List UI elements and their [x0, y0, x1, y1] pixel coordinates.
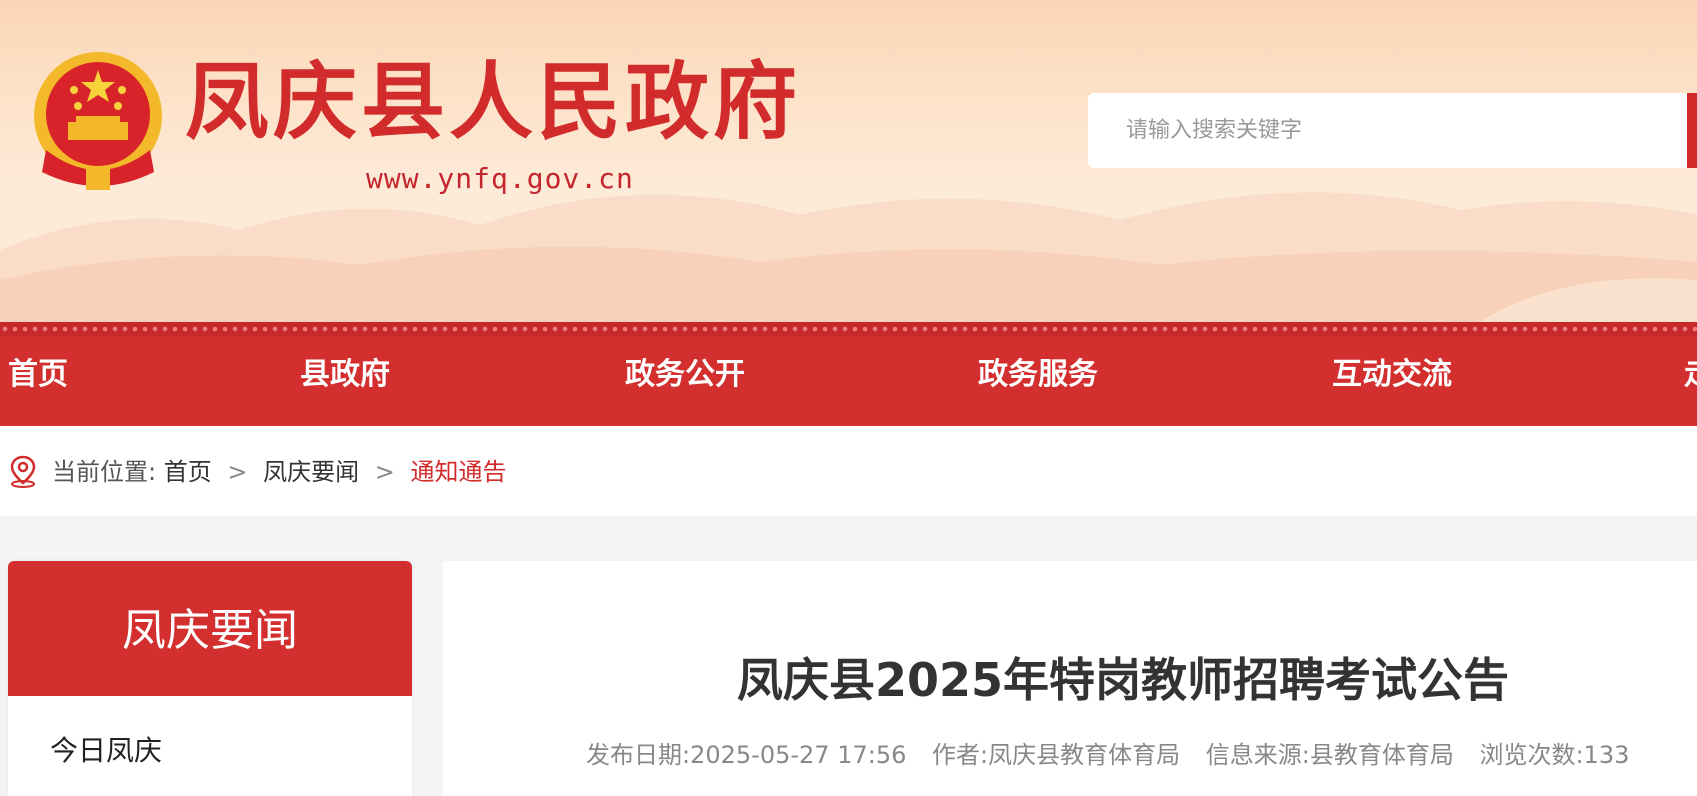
article-author: 作者:凤庆县教育体育局: [932, 741, 1181, 769]
site-header: 凤庆县人民政府 www.ynfq.gov.cn: [0, 0, 1697, 322]
sidebar-item-today-fengqing[interactable]: 今日凤庆: [50, 734, 162, 768]
sidebar-title: 凤庆要闻: [8, 561, 412, 696]
search-input[interactable]: [1124, 93, 1644, 168]
search-button[interactable]: [1687, 93, 1697, 168]
breadcrumb-home-link[interactable]: 首页: [164, 458, 212, 486]
nav-item-government-services[interactable]: 政务服务: [978, 336, 1098, 426]
national-emblem-icon: [34, 52, 162, 190]
breadcrumb-separator: >: [227, 458, 248, 486]
nav-item-government-affairs[interactable]: 政务公开: [625, 336, 745, 426]
article-meta: 发布日期:2025-05-27 17:56 作者:凤庆县教育体育局 信息来源:县…: [586, 738, 1647, 772]
breadcrumb-prefix: 当前位置:: [52, 458, 157, 486]
main-nav: 首页 县政府 政务公开 政务服务 互动交流 走: [0, 336, 1697, 426]
article-views: 浏览次数:133: [1479, 741, 1630, 769]
nav-decorative-border: [0, 322, 1697, 336]
nav-item-more[interactable]: 走: [1684, 336, 1697, 426]
breadcrumb-separator: >: [374, 458, 395, 486]
breadcrumb-section-link[interactable]: 凤庆要闻: [263, 458, 359, 486]
breadcrumb: 当前位置: 首页 > 凤庆要闻 > 通知通告: [52, 426, 507, 516]
nav-item-interaction[interactable]: 互动交流: [1332, 336, 1452, 426]
nav-item-county-government[interactable]: 县政府: [300, 336, 390, 426]
site-title: 凤庆县人民政府: [185, 52, 802, 151]
article-title: 凤庆县2025年特岗教师招聘考试公告: [736, 653, 1510, 707]
location-pin-icon: [10, 455, 36, 488]
search-box: [1088, 93, 1697, 168]
article-date: 发布日期:2025-05-27 17:56: [586, 741, 907, 769]
breadcrumb-current-link[interactable]: 通知通告: [411, 458, 507, 486]
site-url: www.ynfq.gov.cn: [366, 162, 634, 195]
article-source: 信息来源:县教育体育局: [1205, 741, 1454, 769]
nav-item-home[interactable]: 首页: [8, 336, 68, 426]
